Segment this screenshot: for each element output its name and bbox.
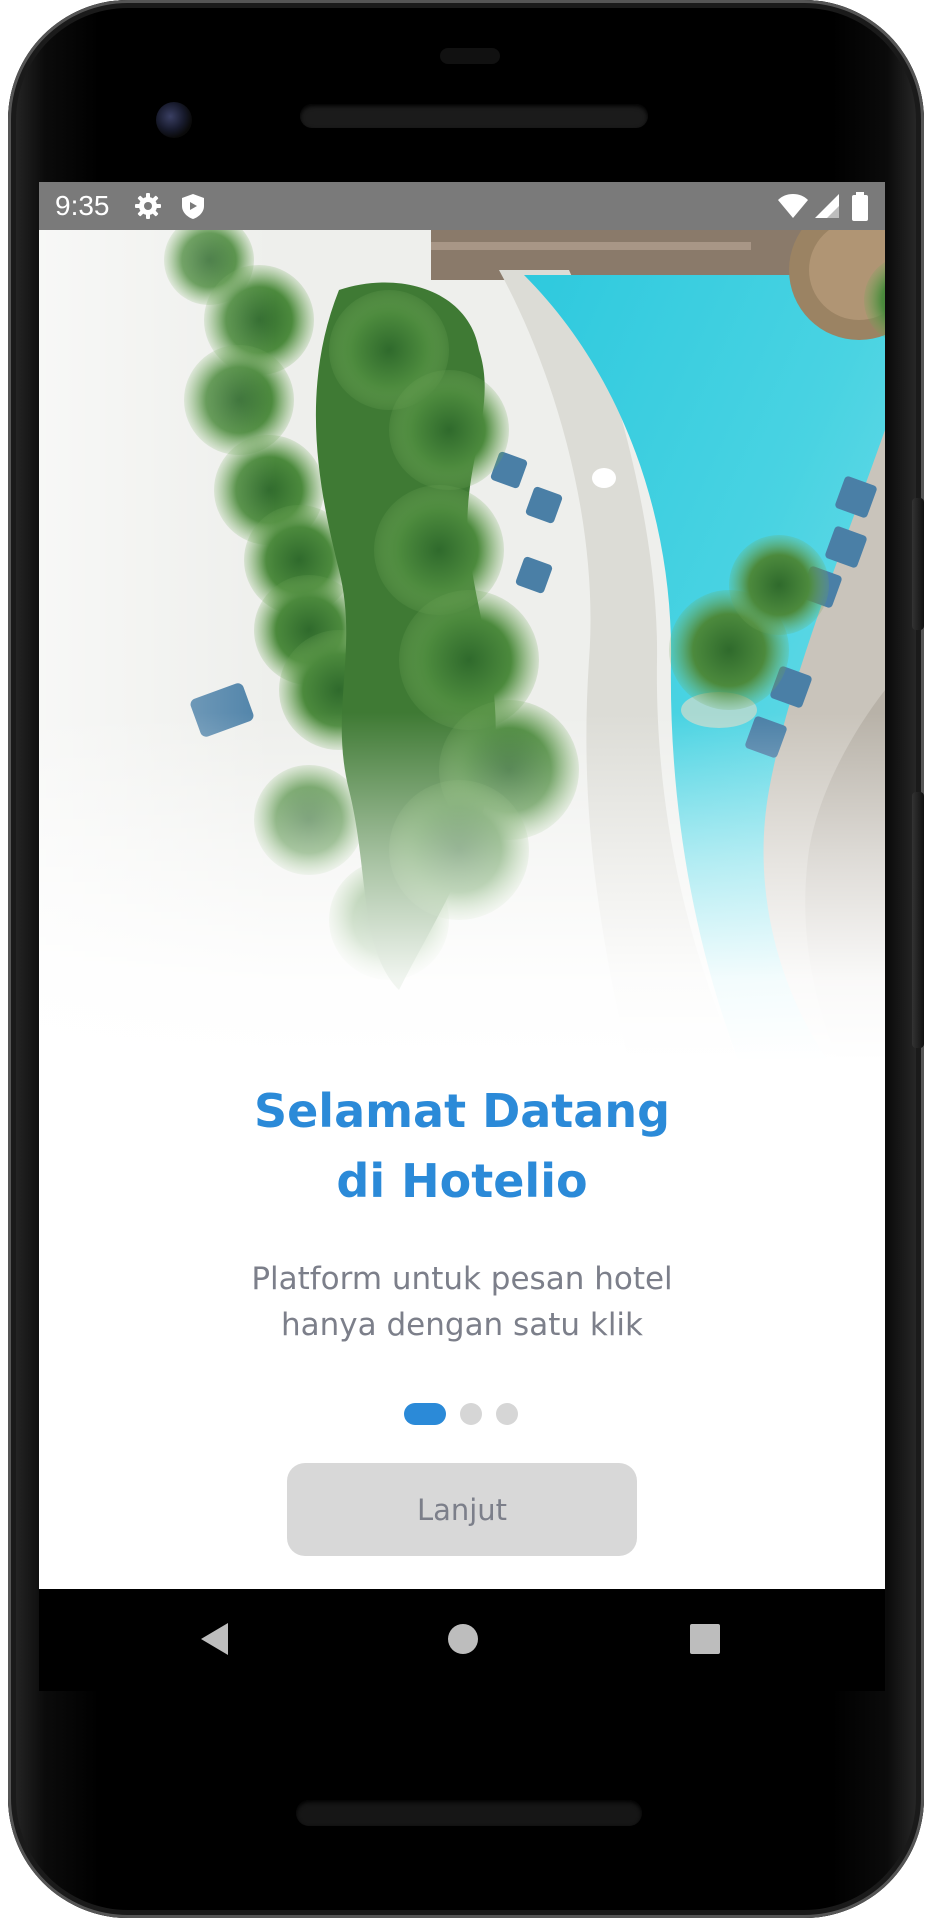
page-dot-1-active[interactable]: [404, 1403, 446, 1425]
hero-image: [39, 230, 885, 1062]
shield-icon: [179, 192, 207, 220]
next-button[interactable]: Lanjut: [287, 1463, 637, 1556]
app-screen: 9:35: [39, 182, 885, 1589]
proximity-sensor: [440, 48, 500, 64]
home-button[interactable]: [433, 1611, 493, 1671]
bottom-speaker: [296, 1800, 642, 1826]
recents-icon: [689, 1623, 721, 1659]
hero-bottom-fade: [39, 230, 885, 1062]
power-button: [912, 792, 924, 1048]
title-line-2: di Hotelio: [336, 1154, 588, 1208]
status-time: 9:35: [55, 190, 110, 221]
device-frame: 9:35 Selamat Datang di Hotelio Platform …: [0, 0, 936, 1920]
page-dot-2[interactable]: [460, 1403, 482, 1425]
battery-icon: [851, 192, 869, 221]
home-icon: [447, 1623, 479, 1659]
status-bar: 9:35: [39, 182, 885, 230]
wifi-icon: [777, 192, 809, 220]
back-icon: [198, 1621, 232, 1661]
cellular-signal-icon: [813, 192, 841, 220]
settings-gear-icon: [134, 192, 162, 220]
earpiece-speaker: [300, 104, 648, 128]
front-camera: [156, 102, 192, 138]
back-button[interactable]: [185, 1611, 245, 1671]
page-title: Selamat Datang di Hotelio: [0, 1076, 924, 1216]
title-line-1: Selamat Datang: [253, 1084, 671, 1138]
volume-button: [912, 498, 924, 630]
page-subtitle: Platform untuk pesan hotel hanya dengan …: [251, 1261, 673, 1343]
system-navigation-bar: [39, 1589, 885, 1691]
pagination-indicator: [404, 1403, 518, 1425]
page-dot-3[interactable]: [496, 1403, 518, 1425]
recents-button[interactable]: [675, 1611, 735, 1671]
